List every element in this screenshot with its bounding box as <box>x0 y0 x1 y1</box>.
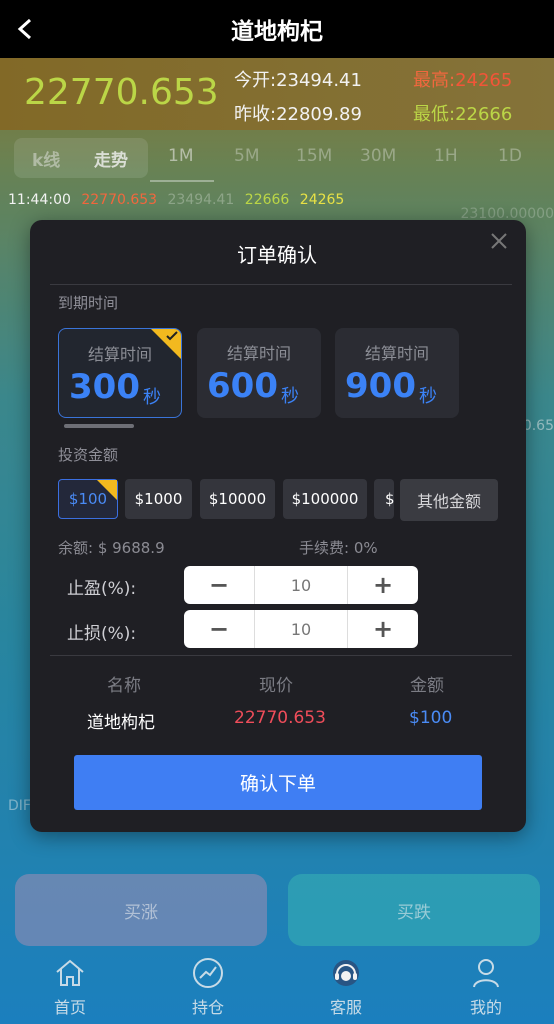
top-bar: 道地枸杞 <box>0 0 554 58</box>
col-amount-header: 金额 <box>410 676 444 696</box>
take-profit-label: 止盈(%): <box>67 579 137 599</box>
other-amount-button[interactable]: 其他金额 <box>400 479 498 521</box>
decrease-button[interactable]: − <box>184 566 254 604</box>
expiry-option-600[interactable]: 结算时间 600 秒 <box>197 328 321 418</box>
title-divider <box>50 284 512 285</box>
amount-option-1000[interactable]: $1000 <box>125 479 192 519</box>
increase-button[interactable]: + <box>348 610 418 648</box>
stop-loss-value[interactable]: 10 <box>254 610 348 648</box>
page-title: 道地枸杞 <box>231 19 323 45</box>
summary-divider <box>50 655 512 656</box>
summary-price: 22770.653 <box>234 708 326 728</box>
summary-name: 道地枸杞 <box>87 713 155 733</box>
amount-option-more[interactable]: $ <box>374 479 394 519</box>
expiry-unit: 秒 <box>419 386 437 407</box>
take-profit-value[interactable]: 10 <box>254 566 348 604</box>
back-arrow-icon[interactable] <box>12 14 40 44</box>
expiry-value: 600 <box>207 366 278 406</box>
amount-label: 投资金额 <box>58 446 119 464</box>
check-icon <box>166 331 178 341</box>
decrease-button[interactable]: − <box>184 610 254 648</box>
expiry-label: 到期时间 <box>58 294 119 312</box>
col-name-header: 名称 <box>107 676 141 696</box>
close-icon[interactable] <box>486 228 512 254</box>
expiry-unit: 秒 <box>143 387 161 408</box>
fee-text: 手续费: 0% <box>299 539 378 557</box>
stop-loss-stepper: − 10 + <box>184 610 418 648</box>
expiry-caption: 结算时间 <box>226 344 291 363</box>
expiry-option-900[interactable]: 结算时间 900 秒 <box>335 328 459 418</box>
expiry-value: 900 <box>345 366 416 406</box>
take-profit-stepper: − 10 + <box>184 566 418 604</box>
scroll-indicator <box>64 424 134 428</box>
expiry-option-300[interactable]: 结算时间 300 秒 <box>58 328 182 418</box>
expiry-value: 300 <box>69 367 140 407</box>
balance-text: 余额: $ 9688.9 <box>58 539 165 557</box>
dialog-title: 订单确认 <box>237 243 317 267</box>
amount-option-100[interactable]: $100 <box>58 479 118 519</box>
expiry-unit: 秒 <box>281 386 299 407</box>
stop-loss-label: 止损(%): <box>67 624 137 644</box>
expiry-caption: 结算时间 <box>364 344 429 363</box>
amount-option-100000[interactable]: $100000 <box>283 479 367 519</box>
amount-option-10000[interactable]: $10000 <box>200 479 275 519</box>
summary-amount: $100 <box>409 708 453 728</box>
increase-button[interactable]: + <box>348 566 418 604</box>
col-price-header: 现价 <box>259 676 293 696</box>
selected-badge <box>97 480 117 500</box>
confirm-order-button[interactable]: 确认下单 <box>74 755 482 810</box>
